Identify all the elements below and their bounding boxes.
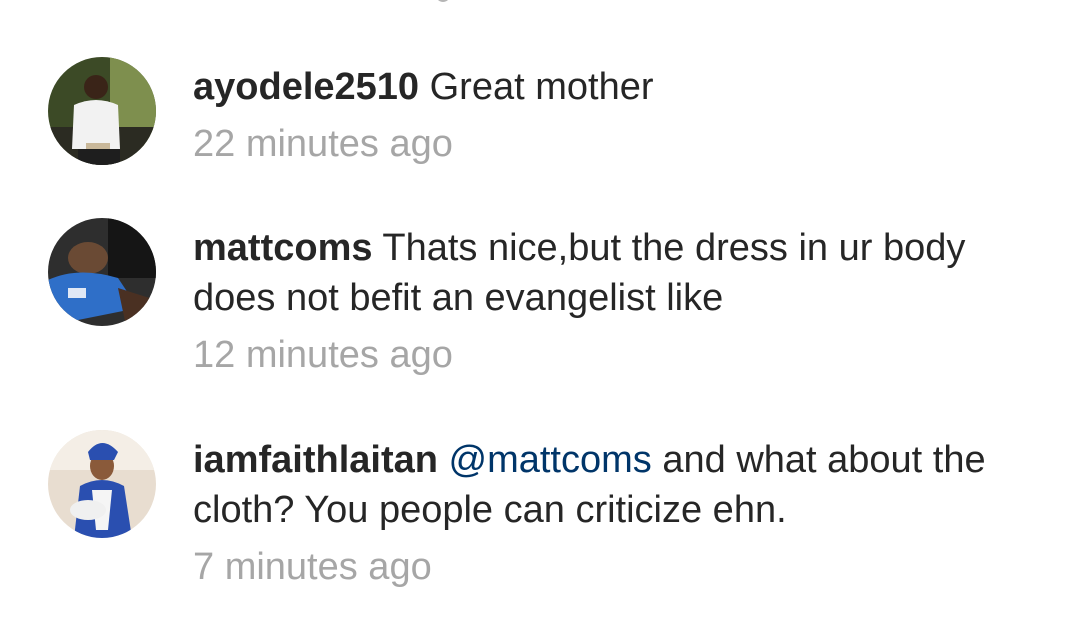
comment-username[interactable]: mattcoms [193, 227, 373, 269]
avatar[interactable] [48, 430, 156, 538]
user-avatar-photo-icon [48, 57, 156, 165]
clipped-text-fragment [434, 0, 452, 2]
user-avatar-photo-icon [48, 430, 156, 538]
comment-timestamp: 7 minutes ago [193, 546, 432, 588]
comment-username[interactable]: ayodele2510 [193, 66, 419, 108]
comment-mention[interactable]: @mattcoms [449, 439, 652, 481]
comment-timestamp: 12 minutes ago [193, 334, 453, 376]
avatar[interactable] [48, 57, 156, 165]
avatar[interactable] [48, 218, 156, 326]
user-avatar-photo-icon [48, 218, 156, 326]
previous-comment-fragment [390, 0, 470, 6]
comment-username[interactable]: iamfaithlaitan [193, 439, 438, 481]
comment-timestamp: 22 minutes ago [193, 123, 453, 165]
comment-text: Great mother [429, 66, 654, 108]
